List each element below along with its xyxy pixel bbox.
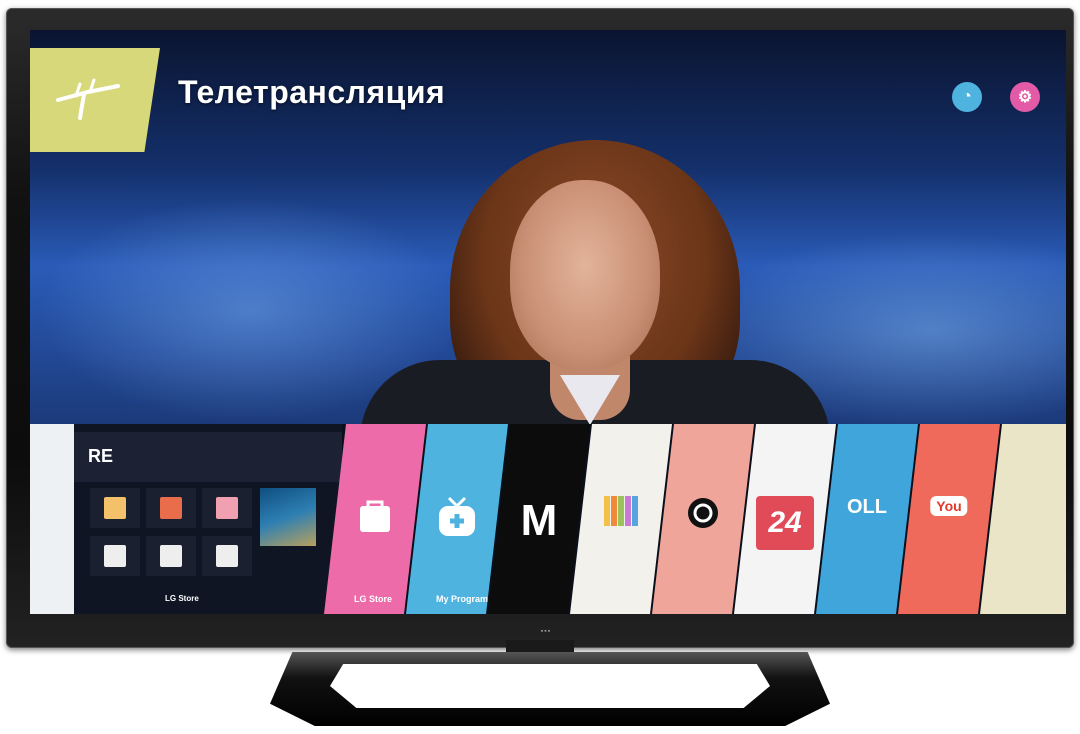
mini-app-tile[interactable] — [90, 536, 140, 576]
tv-screen: Телетрансляция ◔ ⚙ RE LG Store LG Store — [30, 30, 1066, 614]
more-panel-header — [74, 432, 342, 482]
mini-app-tile[interactable] — [202, 488, 252, 528]
tv-stand-cutout — [330, 664, 770, 708]
mini-video-thumbnail[interactable] — [260, 488, 316, 546]
mini-app-tile[interactable] — [146, 488, 196, 528]
globe-icon — [686, 496, 720, 530]
colorbars-icon — [604, 496, 638, 526]
more-panel-title: RE — [88, 446, 114, 466]
channel-24-icon: 24 — [756, 496, 814, 550]
mini-app-tile[interactable] — [146, 536, 196, 576]
mini-store-label: LG Store — [165, 594, 199, 603]
mini-app-tile[interactable] — [90, 488, 140, 528]
gear-icon[interactable]: ⚙ — [1010, 82, 1040, 112]
launcher-bar: RE LG Store LG Store My Program M 24 OLL… — [30, 424, 1066, 614]
presenter-face — [510, 180, 660, 370]
youtube-icon: You — [930, 496, 967, 516]
live-tv-tile[interactable] — [30, 48, 160, 152]
mini-app-tile[interactable] — [202, 536, 252, 576]
oll-icon: OLL — [847, 496, 887, 518]
shopping-bag-icon — [356, 496, 394, 534]
app-label: LG Store — [354, 594, 393, 604]
antenna-icon — [56, 78, 120, 120]
more-panel[interactable]: RE LG Store — [30, 424, 342, 614]
page-title: Телетрансляция — [178, 74, 446, 110]
more-panel-strip — [30, 424, 74, 614]
tv-brand-logo: ▪▪▪ — [540, 628, 552, 635]
circle-a-icon[interactable]: ◔ — [952, 82, 982, 112]
tv-plus-icon — [435, 496, 479, 540]
app-label: My Program — [436, 594, 489, 604]
m-logo-icon: M — [520, 496, 558, 545]
